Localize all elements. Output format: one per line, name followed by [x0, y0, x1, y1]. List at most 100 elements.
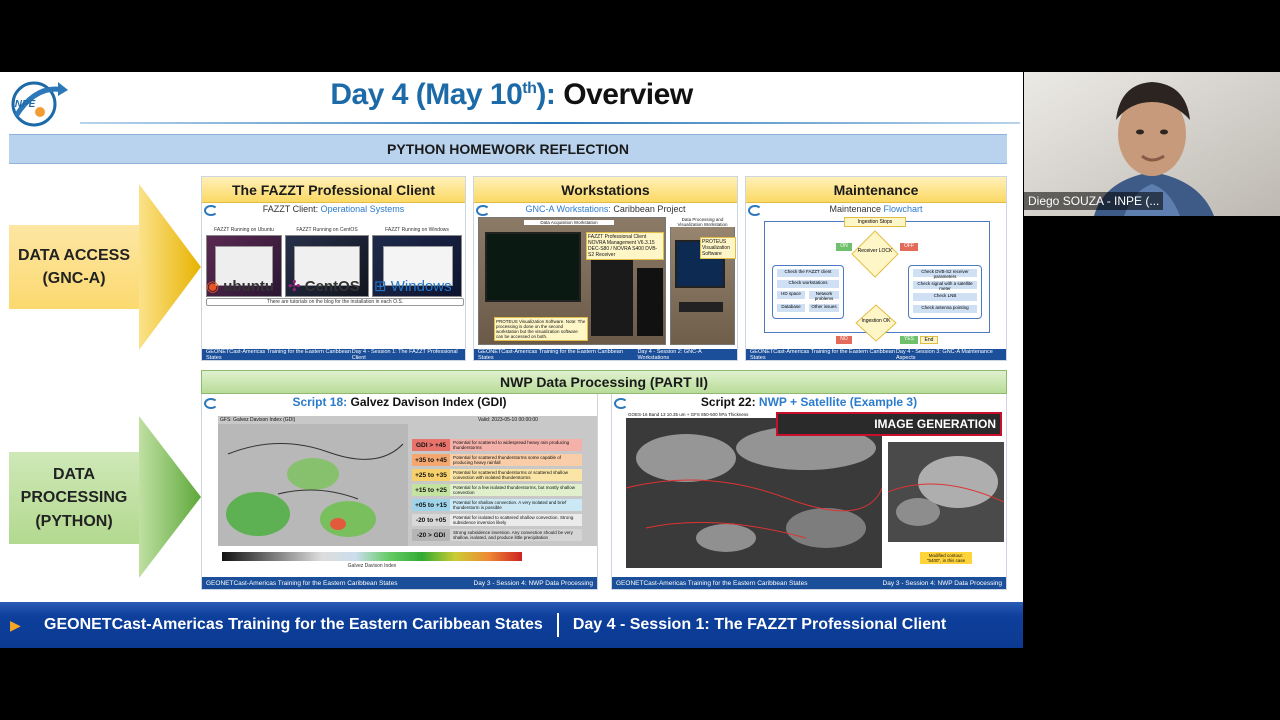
panel-script-22-footer: GEONETCast-Americas Training for the Eas…: [612, 577, 1006, 589]
flow-left-step-4: Network problems: [809, 291, 839, 301]
proteus-tag: PROTEUS Visualization Software: [700, 237, 736, 259]
panel-script-18-footer-left: GEONETCast-Americas Training for the Eas…: [206, 579, 398, 587]
nwp-processing-head: NWP Data Processing (PART II): [201, 370, 1007, 394]
slide-title-sup: th: [522, 80, 537, 97]
spec-3: DEC-S80 / NOVRA S400 DVB-S2 Receiver: [588, 246, 658, 258]
gdi-legend-text-6: Potential for isolated to scattered shal…: [450, 514, 582, 526]
script-22-title: Script 22: NWP + Satellite (Example 3): [612, 395, 1006, 409]
workstations-sub-blue: GNC-A Workstations:: [525, 204, 611, 214]
panel-fazzt: The FAZZT Professional Client FAZZT Clie…: [201, 176, 466, 361]
panel-workstations-footer-right: Day 4 - Session 2: GNC-A Workstations: [637, 348, 702, 361]
panel-maintenance-footer-left: GEONETCast-Americas Training for the Eas…: [750, 348, 895, 361]
workstation-specs: FAZZT Professional Client NOVRA Manageme…: [586, 232, 664, 260]
satellite-image-main: [626, 418, 882, 568]
centos-logo-icon: ✣: [288, 278, 301, 295]
screen-label-ubuntu: FAZZT Running on Ubuntu: [214, 227, 274, 233]
flow-ingestion-ok: Ingestion OK: [861, 318, 891, 324]
flow-yes: YES: [900, 336, 918, 344]
gdi-map-title: GFS: Galvez Davison Index (GDI): [220, 417, 296, 423]
gdi-legend-key-4: +15 to +25: [412, 484, 450, 496]
image-generation-label: IMAGE GENERATION: [776, 412, 1002, 436]
data-processing-label: DATA PROCESSING (PYTHON): [9, 452, 139, 544]
play-icon[interactable]: ▶: [10, 617, 30, 634]
acquisition-label: Data Acquisition Workstation: [524, 220, 614, 225]
gdi-legend-row-4: +15 to +25 Potential for a few isolated …: [412, 483, 582, 497]
panel-maintenance-footer-right: Day 4 - Session 3: GNC-A Maintenance Asp…: [895, 348, 993, 361]
windows-logo-icon: ⊞: [374, 278, 387, 295]
panel-script-18-footer-right: Day 3 - Session 4: NWP Data Processing: [473, 579, 593, 587]
flow-left-step-3: HD space: [777, 291, 805, 299]
flow-off: OFF: [900, 243, 918, 251]
footer-right-text: Day 4 - Session 1: The FAZZT Professiona…: [572, 616, 947, 633]
flow-receiver-diamond-icon: [851, 230, 899, 278]
flow-no: NO: [836, 336, 852, 344]
gdi-legend-key-1: GDI > +45: [412, 439, 450, 451]
flow-left-step-6: Other issues: [809, 304, 839, 312]
gdi-legend-text-4: Potential for a few isolated thunderstor…: [450, 484, 582, 496]
flow-right-step-4: Check antenna pointing: [913, 305, 977, 313]
fazzt-note: There are tutorials on the blog for the …: [206, 298, 464, 306]
panel-workstations-head: Workstations: [474, 177, 737, 203]
panel-workstations-subtitle: GNC-A Workstations: Caribbean Project: [474, 204, 737, 214]
flow-receiver-lock: Receiver LOCK: [857, 248, 893, 254]
panel-workstations-footer: GEONETCast-Americas Training for the Eas…: [474, 349, 737, 360]
panel-workstations: Workstations GNC-A Workstations: Caribbe…: [473, 176, 738, 361]
script-18-title: Script 18: Galvez Davison Index (GDI): [202, 395, 597, 409]
panel-script-22: Script 22: NWP + Satellite (Example 3) G…: [611, 394, 1007, 590]
centos-logo: ✣ CentOS: [288, 277, 360, 295]
gdi-colorbar-label: Galvez Davison Index: [347, 563, 397, 569]
participant-video-tile[interactable]: Diego SOUZA - INPE (...: [1024, 72, 1280, 216]
gdi-legend-key-2: +35 to +45: [412, 454, 450, 466]
homework-banner: PYTHON HOMEWORK REFLECTION: [9, 134, 1007, 164]
footer-divider: [556, 613, 559, 637]
fazzt-sub-prefix: FAZZT Client:: [262, 204, 319, 214]
data-processing-arrow-icon: [139, 416, 201, 578]
screen-label-centos: FAZZT Running on CentOS: [296, 227, 358, 233]
flow-right-step-3: Check LNB: [913, 293, 977, 301]
panel-fazzt-subtitle: FAZZT Client: Operational Systems: [202, 204, 465, 214]
gdi-legend-key-7: -20 > GDI: [412, 529, 450, 541]
gdi-legend-key-6: -20 to +05: [412, 514, 450, 526]
flow-right-step-1: Check DVB-S2 receiver parameters: [913, 269, 977, 279]
flow-end: End: [920, 336, 938, 344]
gdi-legend-key-5: +05 to +15: [412, 499, 450, 511]
modified-contour-note: Modified contour: "5400", in this case: [920, 552, 972, 564]
maintenance-sub-blue: Flowchart: [883, 204, 923, 214]
gdi-legend-row-5: +05 to +15 Potential for shallow convect…: [412, 498, 582, 512]
footer-left-text: GEONETCast-Americas Training for the Eas…: [44, 616, 543, 633]
gdi-legend-text-3: Potential for scattered thunderstorms or…: [450, 469, 582, 481]
script-22-prefix: Script 22:: [700, 395, 756, 409]
workstation-note: PROTEUS Visualization Software. Note: Th…: [494, 317, 588, 341]
slide-footer-bar: ▶ GEONETCast-Americas Training for the E…: [0, 602, 1023, 648]
windows-logo: ⊞ Windows: [374, 277, 452, 295]
flow-ingestion-stops: Ingestion Stops: [844, 217, 906, 227]
script-18-name: Galvez Davison Index (GDI): [350, 395, 507, 409]
panel-fazzt-footer-right: Day 4 - Session 1: The FAZZT Professiona…: [351, 348, 458, 361]
satellite-image-detail: [888, 442, 1004, 542]
gdi-legend-row-3: +25 to +35 Potential for scattered thund…: [412, 468, 582, 482]
flow-right-step-2: Check signal with a satellite meter: [913, 281, 977, 291]
script-22-name: NWP + Satellite (Example 3): [758, 395, 918, 409]
panel-script-18: Script 18: Galvez Davison Index (GDI) GF…: [201, 394, 598, 590]
flow-left-step-2: Check workstations: [777, 280, 839, 288]
ubuntu-logo-icon: ◉: [206, 278, 220, 295]
gdi-legend-text-7: Strong subsidence inversion. Any convect…: [450, 529, 582, 541]
gdi-legend-row-6: -20 to +05 Potential for isolated to sca…: [412, 513, 582, 527]
centos-name: CentOS: [304, 278, 360, 295]
windows-name: Windows: [390, 278, 452, 295]
gdi-map-image: [218, 424, 408, 546]
maintenance-sub-prefix: Maintenance: [829, 204, 881, 214]
gdi-colorbar: [222, 552, 522, 561]
data-access-label: DATA ACCESS (GNC-A): [9, 225, 139, 309]
gdi-legend-text-5: Potential for shallow convection. A very…: [450, 499, 582, 511]
slide-title-main: Day 4 (May 10: [330, 78, 523, 111]
flow-left-group: Check the FAZZT client Check workstation…: [772, 265, 844, 319]
gdi-legend-row-2: +35 to +45 Potential for scattered thund…: [412, 453, 582, 467]
gdi-legend-key-3: +25 to +35: [412, 469, 450, 481]
flow-right-group: Check DVB-S2 receiver parameters Check s…: [908, 265, 982, 319]
script-18-prefix: Script 18:: [292, 395, 348, 409]
panel-maintenance-head: Maintenance: [746, 177, 1006, 203]
data-access-arrow-icon: [139, 184, 201, 350]
ubuntu-name: ubuntu: [223, 278, 275, 295]
screen: INPE Day 4 (May 10th): Overview PYTHON H…: [0, 0, 1280, 720]
